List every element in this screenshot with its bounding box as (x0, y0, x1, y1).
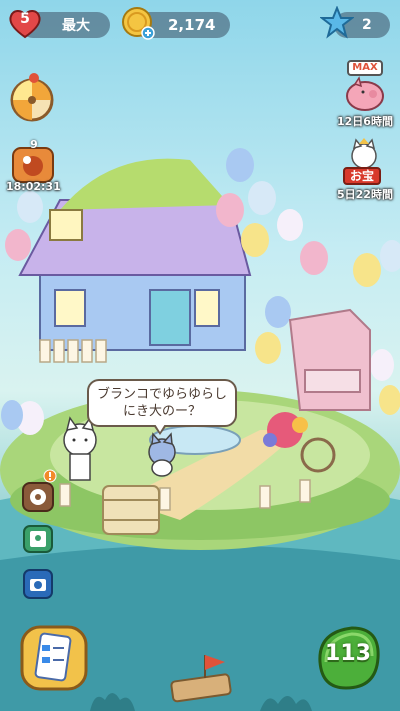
lives-count: 5 (20, 11, 30, 27)
exclamation-icon (43, 469, 57, 483)
menu-list-button[interactable] (20, 625, 88, 691)
cat-speech-bubble: ブランコでゆらゆらしにき大のー？ (87, 379, 237, 427)
album-icon (23, 525, 53, 553)
speech-tail-inner (155, 424, 165, 432)
event-timer: 18:02:31 (6, 180, 61, 193)
speech-text: ブランコでゆらゆらしにき大のー？ (97, 387, 228, 419)
camera-icon (23, 569, 53, 599)
checklist-icon (20, 625, 88, 691)
coins-count: 2,174 (168, 16, 216, 34)
heart-icon: 5 (8, 7, 42, 39)
star-icon (319, 5, 355, 40)
roulette-wheel-icon (10, 73, 54, 122)
gear-icon (22, 482, 54, 512)
album-button[interactable] (23, 525, 53, 553)
piggy-timer: 12日6時間 (337, 115, 393, 128)
garden-island-scene (0, 148, 400, 711)
raft-button[interactable] (165, 650, 240, 705)
piggy-max-badge: MAX (347, 60, 383, 76)
camera-button[interactable] (23, 569, 53, 599)
coin-icon (121, 6, 155, 40)
energy-count: 113 (325, 641, 371, 666)
stars-count: 2 (362, 17, 372, 33)
notification-badge (43, 468, 57, 483)
cat-treasure-icon (351, 138, 377, 169)
piggy-bank-icon (346, 76, 384, 111)
treasure-timer: 5日22時間 (337, 188, 393, 201)
treasure-button[interactable] (343, 138, 385, 169)
piggy-bank-button[interactable] (343, 74, 387, 114)
lives-status: 最大 (62, 18, 90, 34)
treasure-label: お宝 (343, 167, 381, 185)
roulette-button[interactable] (9, 72, 55, 122)
event-count: 9 (30, 138, 38, 151)
settings-button[interactable] (22, 482, 54, 512)
